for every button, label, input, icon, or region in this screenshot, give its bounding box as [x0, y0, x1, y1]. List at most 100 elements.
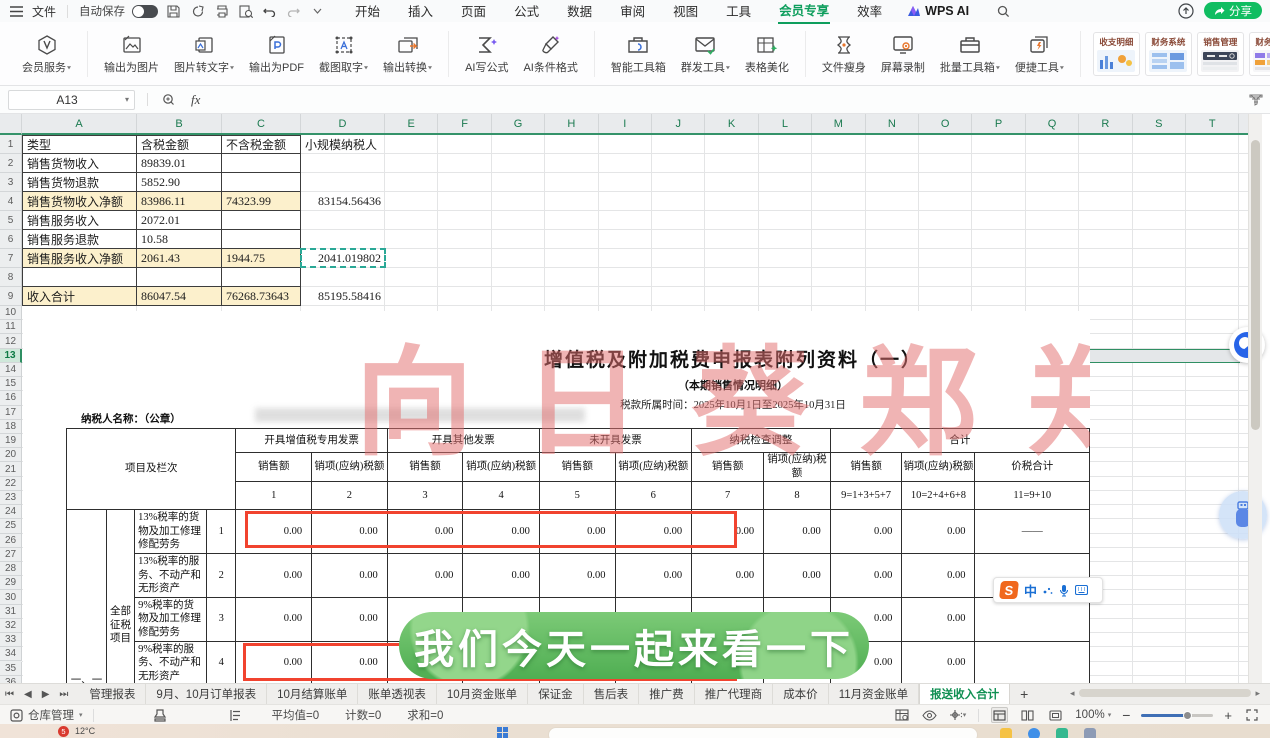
- sogou-logo-icon[interactable]: S: [999, 581, 1019, 599]
- row-header-32[interactable]: 32: [0, 618, 22, 634]
- customize-toolbar-icon[interactable]: [309, 3, 326, 19]
- row-header-14[interactable]: 14: [0, 362, 22, 378]
- tab-效率[interactable]: 效率: [856, 0, 883, 23]
- template-card-财务报表[interactable]: 财务报表: [1248, 31, 1270, 76]
- ribbon-button-截图取字[interactable]: 截图取字 ▾: [315, 27, 372, 81]
- undo-icon[interactable]: [261, 3, 278, 19]
- tab-工具[interactable]: 工具: [725, 0, 752, 23]
- sheet-cell-A7[interactable]: 销售服务收入净额: [22, 249, 137, 268]
- row-header-24[interactable]: 24: [0, 505, 22, 520]
- vertical-scrollbar[interactable]: [1248, 114, 1262, 683]
- ime-language-mode[interactable]: 中: [1024, 581, 1037, 600]
- sheet-cell-B4[interactable]: 83986.11: [137, 192, 222, 211]
- row-header-3[interactable]: 3: [0, 173, 22, 192]
- template-card-销售管理[interactable]: 销售管理: [1196, 31, 1244, 76]
- sheet-cell-B5[interactable]: 2072.01: [137, 211, 222, 230]
- tab-页面[interactable]: 页面: [460, 0, 487, 23]
- sheet-cell-B2[interactable]: 89839.01: [137, 154, 222, 173]
- page-break-view-icon[interactable]: [1047, 707, 1064, 723]
- wps-ai-button[interactable]: WPS AI: [907, 4, 969, 18]
- sheet-cell-B9[interactable]: 86047.54: [137, 287, 222, 306]
- sheet-cell-D2[interactable]: [301, 154, 385, 173]
- prev-sheet-icon[interactable]: ◀: [19, 689, 37, 700]
- row-header-35[interactable]: 35: [0, 661, 22, 676]
- row-header-19[interactable]: 19: [0, 433, 22, 449]
- sheet-tab-推广费[interactable]: 推广费: [639, 683, 695, 705]
- row-header-16[interactable]: 16: [0, 391, 22, 406]
- template-card-财务系统[interactable]: 财务系统: [1144, 31, 1192, 76]
- sheet-cell-A6[interactable]: 销售服务退款: [22, 230, 137, 249]
- ribbon-button-文件瘦身[interactable]: 文件瘦身: [818, 27, 870, 81]
- sheet-tab-11月资金账单[interactable]: 11月资金账单: [829, 683, 920, 705]
- row-header-30[interactable]: 30: [0, 590, 22, 605]
- workspace-switcher[interactable]: 仓库管理 ▾: [10, 707, 83, 723]
- column-headers[interactable]: ABCDEFGHIJKLMNOPQRST: [0, 114, 1248, 135]
- row-header-5[interactable]: 5: [0, 211, 22, 230]
- formula-input[interactable]: [200, 90, 1247, 110]
- row-header-2[interactable]: 2: [0, 154, 22, 173]
- windows-start-icon[interactable]: [497, 727, 508, 738]
- column-header-D[interactable]: D: [301, 114, 385, 133]
- ribbon-button-AI写公式[interactable]: AI写公式: [461, 27, 512, 81]
- row-header-11[interactable]: 11: [0, 320, 22, 335]
- ribbon-button-会员服务[interactable]: 会员服务 ▾: [18, 27, 75, 81]
- select-all-corner[interactable]: [0, 114, 22, 135]
- formula-bar-settings-icon[interactable]: [1247, 92, 1264, 108]
- sheet-cell-B8[interactable]: [137, 268, 222, 287]
- row-header-22[interactable]: 22: [0, 476, 22, 491]
- redo-icon[interactable]: [285, 3, 302, 19]
- horizontal-scrollbar[interactable]: ◂ ▸: [1070, 687, 1260, 699]
- sheet-cell-D9[interactable]: 85195.58416: [301, 287, 385, 306]
- column-header-J[interactable]: J: [652, 114, 706, 133]
- sheet-cell-A4[interactable]: 销售货物收入净额: [22, 192, 137, 211]
- row-headers[interactable]: 1 2 3 4 5 6 7 8 9 10 11 12 13 14 15 16 17 18 19 20 21 22 23 24 2…: [0, 135, 22, 690]
- taskbar-app-icon[interactable]: [1056, 728, 1068, 738]
- output-icon[interactable]: [189, 3, 206, 19]
- sheet-cell-D3[interactable]: [301, 173, 385, 192]
- sheet-cell-B3[interactable]: 5852.90: [137, 173, 222, 192]
- ribbon-button-屏幕录制[interactable]: 屏幕录制: [877, 27, 929, 81]
- sheet-tab-10月结算账单[interactable]: 10月结算账单: [267, 683, 359, 705]
- sheet-tab-报送收入合计[interactable]: 报送收入合计: [919, 683, 1011, 705]
- table-tools-icon[interactable]: [893, 707, 910, 723]
- sheet-cell-D1[interactable]: 小规模纳税人: [301, 135, 385, 154]
- upload-cloud-icon[interactable]: [1177, 2, 1194, 19]
- tab-开始[interactable]: 开始: [354, 0, 381, 23]
- stamp-tool-icon[interactable]: [152, 707, 169, 723]
- ribbon-button-群发工具[interactable]: 群发工具 ▾: [677, 27, 734, 81]
- tab-数据[interactable]: 数据: [566, 0, 593, 23]
- row-header-21[interactable]: 21: [0, 462, 22, 477]
- file-menu[interactable]: 文件: [32, 3, 56, 20]
- row-header-26[interactable]: 26: [0, 533, 22, 548]
- horizontal-scrollbar-thumb[interactable]: [1078, 689, 1252, 697]
- tab-审阅[interactable]: 审阅: [619, 0, 646, 23]
- sheet-cell-C7[interactable]: 1944.75: [222, 249, 301, 268]
- fullscreen-icon[interactable]: [1243, 707, 1260, 723]
- weather-temperature[interactable]: 12°C: [75, 726, 95, 736]
- ribbon-button-输出转换[interactable]: 输出转换 ▾: [379, 27, 436, 81]
- vertical-scrollbar-thumb[interactable]: [1251, 140, 1260, 430]
- sheet-cell-A9[interactable]: 收入合计: [22, 287, 137, 306]
- sheet-cell-A8[interactable]: [22, 268, 137, 287]
- row-header-28[interactable]: 28: [0, 561, 22, 577]
- sheet-tab-账单透视表[interactable]: 账单透视表: [358, 683, 437, 705]
- sheet-tab-售后表[interactable]: 售后表: [584, 683, 640, 705]
- row-header-29[interactable]: 29: [0, 576, 22, 591]
- sheet-tab-保证金[interactable]: 保证金: [528, 683, 584, 705]
- tab-会员专享[interactable]: 会员专享: [778, 0, 831, 24]
- ribbon-button-便捷工具[interactable]: 便捷工具 ▾: [1011, 27, 1068, 81]
- row-header-25[interactable]: 25: [0, 519, 22, 534]
- row-header-12[interactable]: 12: [0, 334, 22, 349]
- zoom-level-control[interactable]: 100% ▾: [1075, 709, 1111, 721]
- autosave-toggle[interactable]: [132, 4, 159, 18]
- next-sheet-icon[interactable]: ▶: [37, 689, 55, 700]
- row-header-1[interactable]: 1: [0, 135, 22, 154]
- search-icon[interactable]: [995, 3, 1012, 19]
- selection-mode-icon[interactable]: ▾: [949, 707, 966, 723]
- print-icon[interactable]: [213, 3, 230, 19]
- windows-taskbar[interactable]: 5 12°C: [0, 724, 1270, 738]
- column-header-T[interactable]: T: [1186, 114, 1240, 133]
- row-header-17[interactable]: 17: [0, 405, 22, 420]
- sheet-cell-A2[interactable]: 销售货物收入: [22, 154, 137, 173]
- taskbar-search-box[interactable]: [548, 727, 978, 738]
